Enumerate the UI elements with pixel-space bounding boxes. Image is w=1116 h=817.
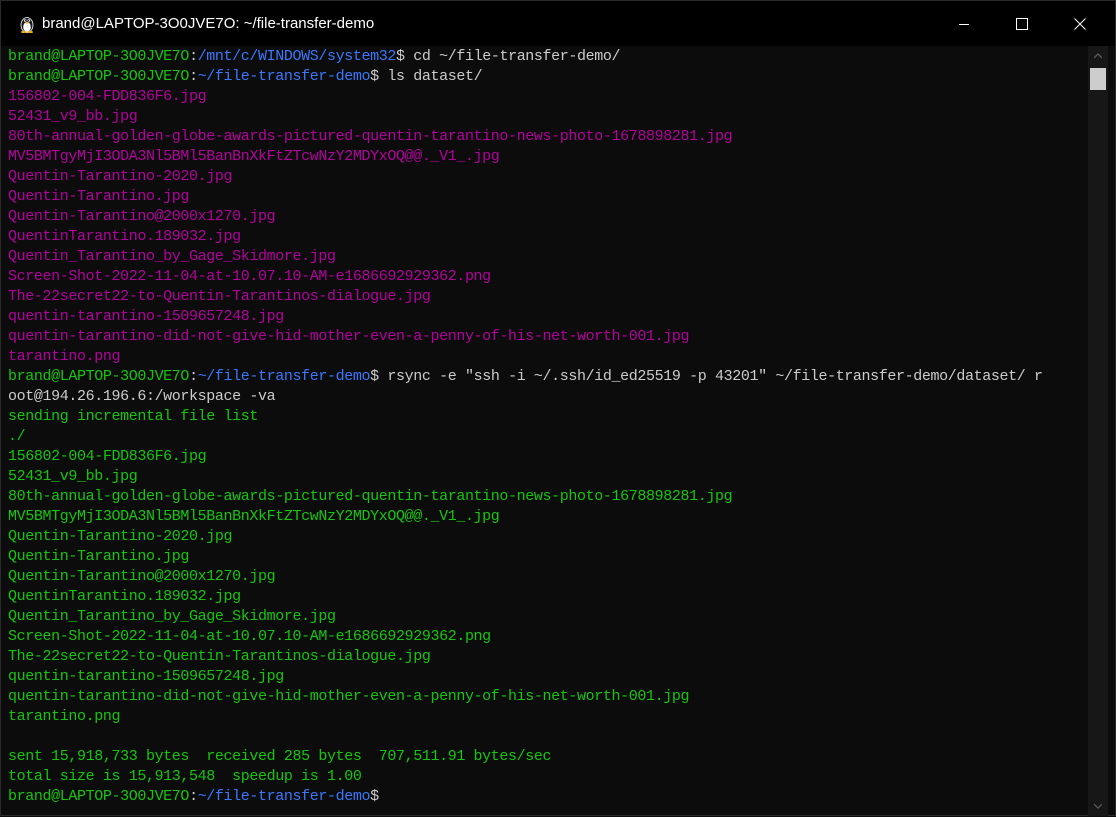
title-bar[interactable]: brand@LAPTOP-3O0JVE7O: ~/file-transfer-d… <box>1 1 1115 46</box>
ls-output-line: quentin-tarantino-did-not-give-hid-mothe… <box>8 328 690 345</box>
command-text: ls dataset/ <box>378 68 483 85</box>
rsync-file-line: tarantino.png <box>8 708 121 725</box>
ls-output-line: 80th-annual-golden-globe-awards-pictured… <box>8 128 733 145</box>
rsync-summary-line: sent 15,918,733 bytes received 285 bytes… <box>8 748 552 765</box>
ls-output-line: MV5BMTgyMjI3ODA3Nl5BMl5BanBnXkFtZTcwNzY2… <box>8 148 500 165</box>
maximize-icon <box>1016 17 1028 30</box>
scroll-down-button[interactable] <box>1088 796 1108 816</box>
prompt-line: brand@LAPTOP-3O0JVE7O:~/file-transfer-de… <box>8 68 483 85</box>
rsync-file-line: Quentin-Tarantino@2000x1270.jpg <box>8 568 276 585</box>
vertical-scrollbar[interactable] <box>1088 46 1108 816</box>
rsync-file-line: Quentin_Tarantino_by_Gage_Skidmore.jpg <box>8 608 336 625</box>
command-wrap-line: oot@194.26.196.6:/workspace -va <box>8 388 276 405</box>
rsync-file-line: quentin-tarantino-1509657248.jpg <box>8 668 284 685</box>
prompt-user-host: brand@LAPTOP-3O0JVE7O <box>8 68 190 85</box>
ls-output-line: QuentinTarantino.189032.jpg <box>8 228 241 245</box>
text-cursor <box>379 788 387 802</box>
rsync-file-line: 52431_v9_bb.jpg <box>8 468 138 485</box>
prompt-path: ~/file-transfer-demo <box>197 68 371 85</box>
command-text: rsync -e "ssh -i ~/.ssh/id_ed25519 -p 43… <box>378 368 1043 385</box>
rsync-file-line: Quentin-Tarantino-2020.jpg <box>8 528 233 545</box>
scrollbar-thumb[interactable] <box>1090 68 1106 90</box>
ls-output-line: The-22secret22-to-Quentin-Tarantinos-dia… <box>8 288 431 305</box>
rsync-file-line: Quentin-Tarantino.jpg <box>8 548 190 565</box>
rsync-status-line: sending incremental file list <box>8 408 259 425</box>
ls-output-line: Quentin-Tarantino-2020.jpg <box>8 168 233 185</box>
rsync-summary-line: total size is 15,913,548 speedup is 1.00 <box>8 768 362 785</box>
rsync-file-line: QuentinTarantino.189032.jpg <box>8 588 241 605</box>
tux-linux-icon <box>18 15 36 33</box>
rsync-file-line: 80th-annual-golden-globe-awards-pictured… <box>8 488 733 505</box>
prompt-user-host: brand@LAPTOP-3O0JVE7O <box>8 48 190 65</box>
ls-output-line: tarantino.png <box>8 348 121 365</box>
rsync-status-line: ./ <box>8 428 26 445</box>
prompt-user-host: brand@LAPTOP-3O0JVE7O <box>8 788 190 805</box>
ls-output-line: quentin-tarantino-1509657248.jpg <box>8 308 284 325</box>
window-title: brand@LAPTOP-3O0JVE7O: ~/file-transfer-d… <box>42 15 375 32</box>
command-text: cd ~/file-transfer-demo/ <box>404 48 621 65</box>
terminal-output[interactable]: brand@LAPTOP-3O0JVE7O:/mnt/c/WINDOWS/sys… <box>8 46 1084 817</box>
terminal-window: brand@LAPTOP-3O0JVE7O: ~/file-transfer-d… <box>0 0 1116 816</box>
minimize-icon <box>959 23 969 25</box>
prompt-line: brand@LAPTOP-3O0JVE7O:/mnt/c/WINDOWS/sys… <box>8 48 621 65</box>
ls-output-line: Quentin-Tarantino.jpg <box>8 188 190 205</box>
close-button[interactable] <box>1051 1 1109 46</box>
arrow-up-icon <box>1094 53 1102 59</box>
prompt-line[interactable]: brand@LAPTOP-3O0JVE7O:~/file-transfer-de… <box>8 787 1084 807</box>
minimize-button[interactable] <box>935 1 993 46</box>
maximize-button[interactable] <box>993 1 1051 46</box>
ls-output-line: Quentin-Tarantino@2000x1270.jpg <box>8 208 276 225</box>
prompt-path: ~/file-transfer-demo <box>197 788 371 805</box>
rsync-file-line: MV5BMTgyMjI3ODA3Nl5BMl5BanBnXkFtZTcwNzY2… <box>8 508 500 525</box>
prompt-line: brand@LAPTOP-3O0JVE7O:~/file-transfer-de… <box>8 368 1043 385</box>
scroll-up-button[interactable] <box>1088 46 1108 66</box>
ls-output-line: Screen-Shot-2022-11-04-at-10.07.10-AM-e1… <box>8 268 491 285</box>
prompt-path: ~/file-transfer-demo <box>197 368 371 385</box>
prompt-path: /mnt/c/WINDOWS/system32 <box>197 48 397 65</box>
rsync-file-line: 156802-004-FDD836F6.jpg <box>8 448 207 465</box>
rsync-file-line: The-22secret22-to-Quentin-Tarantinos-dia… <box>8 648 431 665</box>
close-icon <box>1074 17 1086 30</box>
rsync-file-line: Screen-Shot-2022-11-04-at-10.07.10-AM-e1… <box>8 628 491 645</box>
rsync-file-line: quentin-tarantino-did-not-give-hid-mothe… <box>8 688 690 705</box>
ls-output-line: Quentin_Tarantino_by_Gage_Skidmore.jpg <box>8 248 336 265</box>
ls-output-line: 52431_v9_bb.jpg <box>8 108 138 125</box>
prompt-user-host: brand@LAPTOP-3O0JVE7O <box>8 368 190 385</box>
ls-output-line: 156802-004-FDD836F6.jpg <box>8 88 207 105</box>
arrow-down-icon <box>1094 803 1102 809</box>
